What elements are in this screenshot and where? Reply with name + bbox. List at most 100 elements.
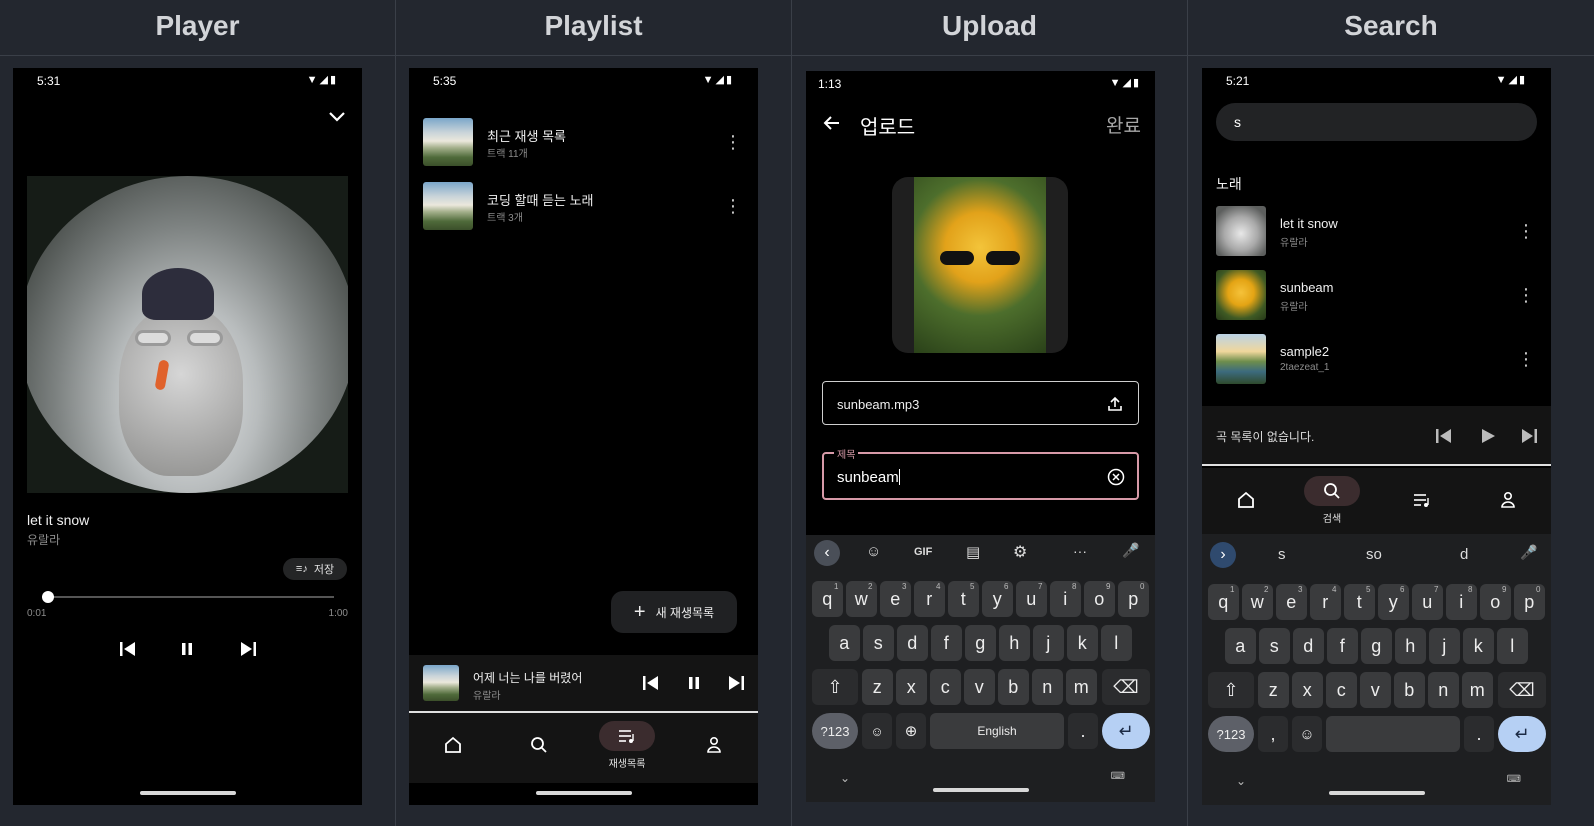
nav-playlists[interactable]: 재생목록 [594,713,660,777]
gif-icon[interactable]: GIF [914,546,932,558]
key-p[interactable]: 0p [1118,581,1149,617]
symbols-key[interactable]: ?123 [812,713,858,749]
nav-search[interactable] [509,713,569,777]
keyboard-switch-icon[interactable]: ⌨ [1111,771,1125,782]
mini-player[interactable]: 어제 너는 나를 버렸어 유랄라 [409,655,758,713]
home-indicator[interactable] [139,791,236,795]
enter-key[interactable]: ↵ [1102,713,1150,749]
key-b[interactable]: b [998,669,1029,705]
key-h[interactable]: h [1395,628,1426,664]
key-v[interactable]: v [1360,672,1391,708]
key-f[interactable]: f [931,625,962,661]
key-j[interactable]: j [1033,625,1064,661]
key-p[interactable]: 0p [1514,584,1545,620]
key-c[interactable]: c [930,669,961,705]
globe-key[interactable]: ⊕ [896,713,926,749]
comma-key[interactable]: , [1258,716,1288,752]
more-options-icon[interactable]: ⋮ [1516,347,1536,371]
nav-playlists[interactable] [1392,468,1452,532]
clipboard-icon[interactable]: ▤ [966,543,980,561]
microphone-icon[interactable]: 🎤 [1520,544,1537,561]
suggestion-item[interactable]: s [1278,546,1286,563]
key-b[interactable]: b [1394,672,1425,708]
space-key[interactable]: English [930,713,1064,749]
key-c[interactable]: c [1326,672,1357,708]
key-k[interactable]: k [1067,625,1098,661]
key-i[interactable]: 8i [1446,584,1477,620]
key-m[interactable]: m [1066,669,1097,705]
nav-home[interactable] [423,713,483,777]
key-a[interactable]: a [829,625,860,661]
key-g[interactable]: g [1361,628,1392,664]
symbols-key[interactable]: ?123 [1208,716,1254,752]
key-d[interactable]: d [897,625,928,661]
more-options-icon[interactable]: ⋮ [723,130,743,154]
key-h[interactable]: h [999,625,1030,661]
shift-key[interactable]: ⇧ [812,669,858,705]
seek-thumb[interactable] [41,591,54,603]
back-arrow-icon[interactable] [820,111,844,135]
keyboard-switch-icon[interactable]: ⌨ [1507,774,1521,785]
key-v[interactable]: v [964,669,995,705]
key-m[interactable]: m [1462,672,1493,708]
space-key[interactable] [1326,716,1460,752]
key-a[interactable]: a [1225,628,1256,664]
collapse-toolbar-icon[interactable]: ‹ [814,540,840,566]
collapse-chevron-icon[interactable] [324,104,350,130]
search-input[interactable]: s [1216,103,1537,141]
key-x[interactable]: x [896,669,927,705]
playlist-item[interactable]: 코딩 할때 듣는 노래 트랙 3개 ⋮ [409,172,758,232]
key-u[interactable]: 7u [1412,584,1443,620]
key-g[interactable]: g [965,625,996,661]
nav-profile[interactable] [684,713,744,777]
key-e[interactable]: 3e [1276,584,1307,620]
key-y[interactable]: 6y [1378,584,1409,620]
key-t[interactable]: 5t [1344,584,1375,620]
done-button[interactable]: 완료 [1106,111,1141,138]
emoji-key[interactable]: ☺ [1292,716,1322,752]
previous-track-icon[interactable] [1432,424,1456,448]
key-q[interactable]: 1q [812,581,843,617]
key-f[interactable]: f [1327,628,1358,664]
save-button[interactable]: ≡♪ 저장 [283,558,347,580]
more-options-icon[interactable]: ⋮ [1516,219,1536,243]
backspace-key[interactable]: ⌫ [1102,669,1150,705]
key-e[interactable]: 3e [880,581,911,617]
hide-keyboard-icon[interactable]: ⌄ [1236,774,1246,788]
play-icon[interactable] [1476,424,1500,448]
key-s[interactable]: s [1259,628,1290,664]
key-n[interactable]: n [1428,672,1459,708]
next-track-icon[interactable] [235,636,261,662]
key-r[interactable]: 4r [1310,584,1341,620]
key-r[interactable]: 4r [914,581,945,617]
period-key[interactable]: . [1464,716,1494,752]
shift-key[interactable]: ⇧ [1208,672,1254,708]
key-t[interactable]: 5t [948,581,979,617]
clear-field-icon[interactable] [1105,466,1127,488]
key-l[interactable]: l [1101,625,1132,661]
new-playlist-button[interactable]: + 새 재생목록 [611,591,737,633]
hide-keyboard-icon[interactable]: ⌄ [840,771,850,785]
emoji-key[interactable]: ☺ [862,713,892,749]
more-icon[interactable]: ··· [1073,543,1087,559]
home-indicator[interactable] [535,791,632,795]
period-key[interactable]: . [1068,713,1098,749]
file-field[interactable]: sunbeam.mp3 [822,381,1139,425]
key-w[interactable]: 2w [1242,584,1273,620]
nav-search[interactable]: 검색 [1302,468,1362,532]
cover-art-picker[interactable] [892,177,1068,353]
title-field[interactable]: 제목 sunbeam [822,446,1139,500]
backspace-key[interactable]: ⌫ [1498,672,1546,708]
settings-gear-icon[interactable]: ⚙ [1013,542,1027,562]
more-options-icon[interactable]: ⋮ [1516,283,1536,307]
pause-icon[interactable] [682,671,706,695]
suggestion-item[interactable]: d [1460,546,1468,563]
key-o[interactable]: 9o [1480,584,1511,620]
key-q[interactable]: 1q [1208,584,1239,620]
next-track-icon[interactable] [724,671,748,695]
previous-track-icon[interactable] [639,671,663,695]
sticker-icon[interactable]: ☺ [866,543,881,560]
key-s[interactable]: s [863,625,894,661]
more-options-icon[interactable]: ⋮ [723,194,743,218]
key-n[interactable]: n [1032,669,1063,705]
